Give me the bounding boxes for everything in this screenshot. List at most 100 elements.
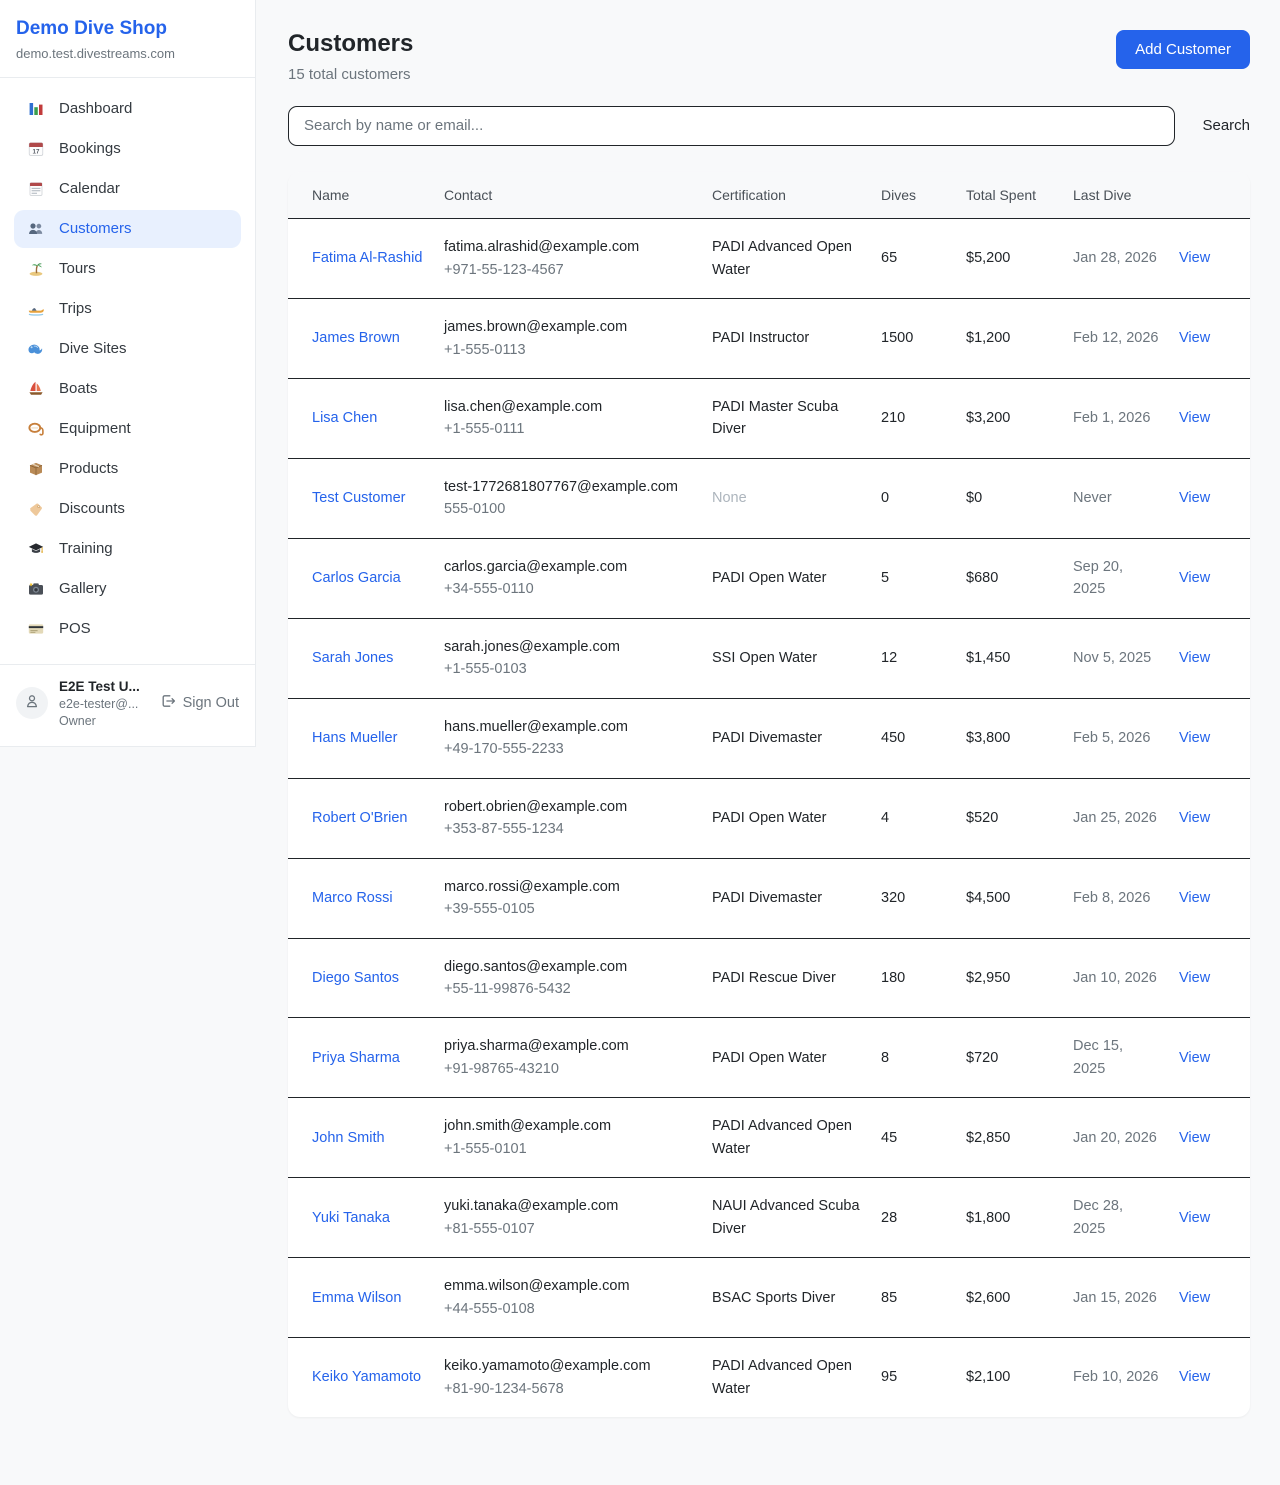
- sign-out-button[interactable]: Sign Out: [160, 693, 239, 713]
- sidebar-item-label: Boats: [59, 380, 97, 397]
- customer-row-emma-wilson: Emma Wilsonemma.wilson@example.com+44-55…: [288, 1258, 1250, 1338]
- view-customer-link[interactable]: View: [1179, 1130, 1210, 1146]
- calendar-icon: [26, 180, 46, 198]
- sidebar-item-tours[interactable]: Tours: [14, 250, 241, 288]
- customer-name-link[interactable]: Keiko Yamamoto: [312, 1369, 421, 1385]
- customer-last-dive: Sep 20, 2025: [1063, 538, 1169, 618]
- sidebar-item-training[interactable]: Training: [14, 530, 241, 568]
- customer-name-link[interactable]: Priya Sharma: [312, 1050, 400, 1066]
- customer-total-spent: $4,500: [956, 858, 1063, 938]
- sidebar-item-trips[interactable]: Trips: [14, 290, 241, 328]
- sidebar-item-label: Discounts: [59, 500, 125, 517]
- view-customer-link[interactable]: View: [1179, 250, 1210, 266]
- customer-name-link[interactable]: Robert O'Brien: [312, 810, 407, 826]
- customer-dives: 320: [871, 858, 956, 938]
- view-customer-link[interactable]: View: [1179, 1050, 1210, 1066]
- sidebar-item-pos[interactable]: POS: [14, 610, 241, 648]
- sidebar-item-label: Training: [59, 540, 113, 557]
- app-window: Demo Dive Shop demo.test.divestreams.com…: [0, 0, 1280, 1443]
- customer-total-spent: $3,800: [956, 698, 1063, 778]
- sidebar-item-gallery[interactable]: Gallery: [14, 570, 241, 608]
- customer-contact-cell: keiko.yamamoto@example.com+81-90-1234-56…: [434, 1338, 702, 1417]
- customer-phone: +1-555-0101: [444, 1138, 692, 1160]
- view-customer-link[interactable]: View: [1179, 730, 1210, 746]
- customer-row-james-brown: James Brown james.brown@example.com+1-555…: [288, 299, 1250, 379]
- customer-last-dive: Nov 5, 2025: [1063, 618, 1169, 698]
- speedboat-icon: [26, 300, 46, 318]
- customer-total-spent: $720: [956, 1018, 1063, 1098]
- customer-contact-cell: james.brown@example.com+1-555-0113: [434, 299, 702, 379]
- customer-contact-cell: yuki.tanaka@example.com+81-555-0107: [434, 1178, 702, 1258]
- customer-row-marco-rossi: Marco Rossimarco.rossi@example.com+39-55…: [288, 858, 1250, 938]
- sidebar-item-label: Customers: [59, 220, 132, 237]
- sidebar-item-label: Gallery: [59, 580, 107, 597]
- customer-dives: 95: [871, 1338, 956, 1417]
- customer-name-link[interactable]: Lisa Chen: [312, 410, 377, 426]
- customer-dives: 45: [871, 1098, 956, 1178]
- customer-total-spent: $2,950: [956, 938, 1063, 1018]
- view-customer-link[interactable]: View: [1179, 1290, 1210, 1306]
- sidebar-item-discounts[interactable]: Discounts: [14, 490, 241, 528]
- bookings-calendar-icon: 17: [26, 140, 46, 158]
- view-customer-link[interactable]: View: [1179, 970, 1210, 986]
- customer-total-spent: $1,450: [956, 618, 1063, 698]
- sidebar-item-dashboard[interactable]: Dashboard: [14, 90, 241, 128]
- sidebar-item-dive-sites[interactable]: Dive Sites: [14, 330, 241, 368]
- add-customer-button[interactable]: Add Customer: [1116, 30, 1250, 69]
- view-customer-link[interactable]: View: [1179, 1369, 1210, 1385]
- customer-name-link[interactable]: Hans Mueller: [312, 730, 397, 746]
- customer-phone: +81-90-1234-5678: [444, 1378, 692, 1400]
- customer-email: john.smith@example.com: [444, 1115, 692, 1137]
- customer-name-link[interactable]: Carlos Garcia: [312, 570, 401, 586]
- sidebar-item-equipment[interactable]: Equipment: [14, 410, 241, 448]
- customer-phone: +353-87-555-1234: [444, 818, 692, 840]
- customer-name-link[interactable]: Fatima Al-Rashid: [312, 250, 422, 266]
- search-button[interactable]: Search: [1202, 117, 1250, 134]
- column-header-dives: Dives: [871, 172, 956, 219]
- shop-title: Demo Dive Shop: [16, 18, 239, 41]
- page-title: Customers: [288, 30, 413, 59]
- shop-domain: demo.test.divestreams.com: [16, 46, 239, 61]
- search-input[interactable]: [288, 106, 1175, 146]
- sidebar-item-customers[interactable]: Customers: [14, 210, 241, 248]
- customer-name-link[interactable]: Emma Wilson: [312, 1290, 401, 1306]
- sidebar-item-products[interactable]: Products: [14, 450, 241, 488]
- customer-row-priya-sharma: Priya Sharmapriya.sharma@example.com+91-…: [288, 1018, 1250, 1098]
- avatar: [16, 687, 48, 719]
- user-icon: [23, 692, 41, 715]
- view-customer-link[interactable]: View: [1179, 410, 1210, 426]
- sidebar-header: Demo Dive Shop demo.test.divestreams.com: [0, 0, 255, 78]
- view-customer-link[interactable]: View: [1179, 570, 1210, 586]
- customer-row-lisa-chen: Lisa Chenlisa.chen@example.com+1-555-011…: [288, 378, 1250, 458]
- customer-name-link[interactable]: John Smith: [312, 1130, 385, 1146]
- customer-row-diego-santos: Diego Santosdiego.santos@example.com+55-…: [288, 938, 1250, 1018]
- view-customer-link[interactable]: View: [1179, 490, 1210, 506]
- view-customer-link[interactable]: View: [1179, 650, 1210, 666]
- view-customer-link[interactable]: View: [1179, 1210, 1210, 1226]
- customer-dives: 450: [871, 698, 956, 778]
- customer-phone: +39-555-0105: [444, 898, 692, 920]
- table-header: NameContactCertificationDivesTotal Spent…: [288, 172, 1250, 219]
- customer-email: sarah.jones@example.com: [444, 636, 692, 658]
- customer-dives: 210: [871, 378, 956, 458]
- sidebar-item-boats[interactable]: Boats: [14, 370, 241, 408]
- customer-email: robert.obrien@example.com: [444, 796, 692, 818]
- view-customer-link[interactable]: View: [1179, 890, 1210, 906]
- customer-name-link[interactable]: Sarah Jones: [312, 650, 393, 666]
- view-customer-link[interactable]: View: [1179, 810, 1210, 826]
- customer-last-dive: Jan 10, 2026: [1063, 938, 1169, 1018]
- customer-name-link[interactable]: James Brown: [312, 330, 400, 346]
- view-customer-link[interactable]: View: [1179, 330, 1210, 346]
- sidebar-item-bookings[interactable]: 17Bookings: [14, 130, 241, 168]
- customer-name-link[interactable]: Diego Santos: [312, 970, 399, 986]
- customer-phone: +55-11-99876-5432: [444, 978, 692, 1000]
- customer-name-link[interactable]: Yuki Tanaka: [312, 1210, 390, 1226]
- customer-certification: PADI Rescue Diver: [702, 938, 871, 1018]
- customer-name-link[interactable]: Test Customer: [312, 490, 405, 506]
- customer-name-link[interactable]: Marco Rossi: [312, 890, 393, 906]
- customer-dives: 28: [871, 1178, 956, 1258]
- sidebar-item-calendar[interactable]: Calendar: [14, 170, 241, 208]
- customer-row-keiko-yamamoto: Keiko Yamamoto keiko.yamamoto@example.com…: [288, 1338, 1250, 1417]
- customer-dives: 5: [871, 538, 956, 618]
- customer-email: lisa.chen@example.com: [444, 396, 692, 418]
